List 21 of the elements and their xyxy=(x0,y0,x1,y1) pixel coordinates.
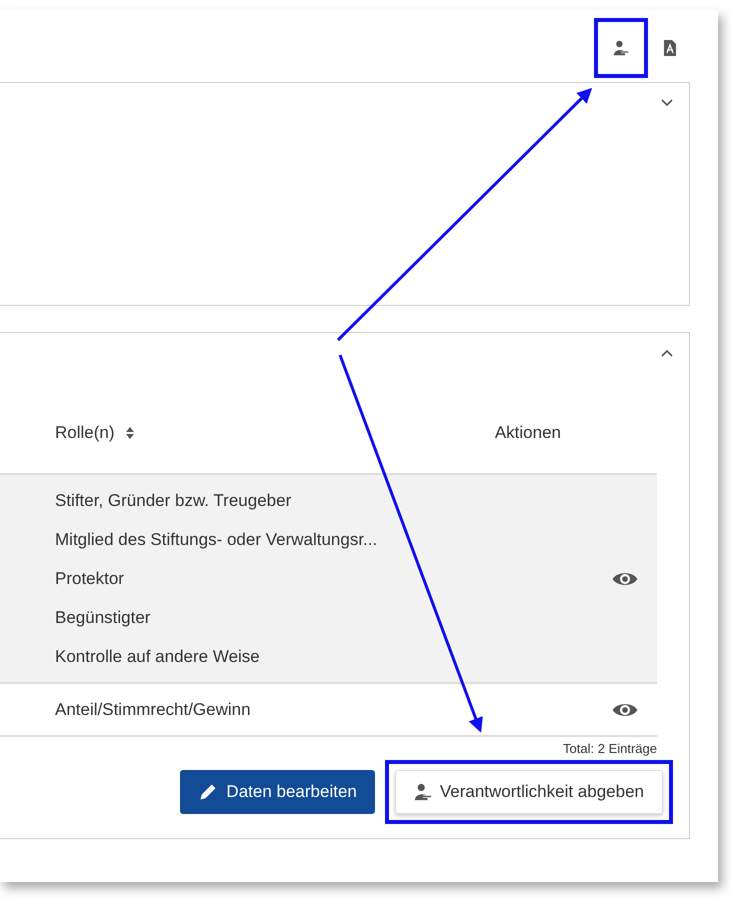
table-row[interactable]: Anteil/Stimmrecht/Gewinn xyxy=(0,684,657,737)
handover-button[interactable]: Verantwortlichkeit abgeben xyxy=(394,770,663,814)
user-transfer-button[interactable] xyxy=(594,18,648,78)
role-text: Stifter, Gründer bzw. Treugeber xyxy=(55,490,292,512)
role-text: Mitglied des Stiftungs- oder Verwaltungsr... xyxy=(55,529,378,551)
column-header: Aktionen xyxy=(494,423,561,443)
collapse-chevron-icon[interactable] xyxy=(659,347,675,359)
role-text: Anteil/Stimmrecht/Gewinn xyxy=(55,699,251,721)
expand-chevron-icon[interactable] xyxy=(659,97,675,109)
role-text: Protektor xyxy=(55,568,125,590)
role-text: Kontrolle auf andere Weise xyxy=(55,646,261,668)
edit-button[interactable]: Daten bearbeiten xyxy=(180,770,375,814)
role-text: Begünstigter xyxy=(55,607,152,629)
column-header[interactable]: Rolle(n) xyxy=(55,423,115,443)
sort-icon[interactable] xyxy=(124,426,135,440)
user-transfer-icon xyxy=(414,783,432,801)
total-count: Total: 2 Einträge xyxy=(562,740,657,756)
pencil-icon xyxy=(198,782,218,802)
table-row[interactable]: Stifter, Gründer bzw. Treugeber Mitglied des Stiftungs- oder Verwaltungsr... Protektor Begünstigter Kontrolle auf andere Weise xyxy=(0,475,657,684)
pdf-file-icon xyxy=(663,39,677,57)
user-transfer-icon xyxy=(613,40,629,56)
